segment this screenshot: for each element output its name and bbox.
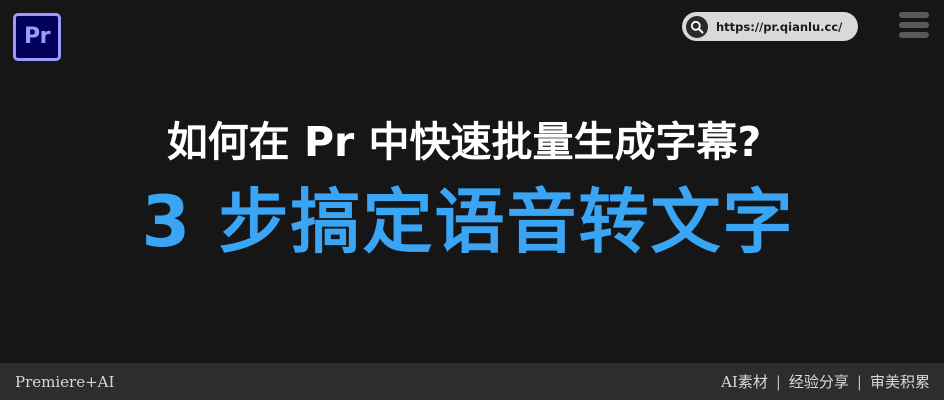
- page: Pr https://pr.qianlu.cc/ 如何在 Pr 中快速批量生成字…: [0, 0, 944, 400]
- menu-bar-middle: [899, 22, 929, 28]
- headline-question: 如何在 Pr 中快速批量生成字幕?: [166, 118, 762, 166]
- premiere-pro-logo[interactable]: Pr: [13, 13, 61, 61]
- menu-bar-bottom: [899, 32, 929, 38]
- url-search-pill[interactable]: https://pr.qianlu.cc/: [682, 12, 858, 41]
- footer-tag-list: AI素材 | 经验分享 | 审美积累: [721, 371, 930, 392]
- footer-tag-ai-assets[interactable]: AI素材: [721, 371, 768, 392]
- headline-answer: 3 步搞定语音转文字: [141, 181, 795, 263]
- url-text: https://pr.qianlu.cc/: [716, 19, 843, 34]
- hamburger-menu-icon[interactable]: [899, 12, 931, 38]
- footer-tag-aesthetics[interactable]: 审美积累: [870, 371, 930, 392]
- search-icon: [686, 15, 708, 38]
- menu-bar-top: [899, 12, 929, 18]
- footer-separator: |: [775, 372, 781, 391]
- footer-tag-experience[interactable]: 经验分享: [789, 371, 849, 392]
- premiere-pro-logo-text: Pr: [24, 24, 50, 49]
- footer-brand-label: Premiere+AI: [15, 372, 115, 391]
- footer-separator: |: [856, 372, 862, 391]
- footer-bar: Premiere+AI AI素材 | 经验分享 | 审美积累: [0, 363, 944, 400]
